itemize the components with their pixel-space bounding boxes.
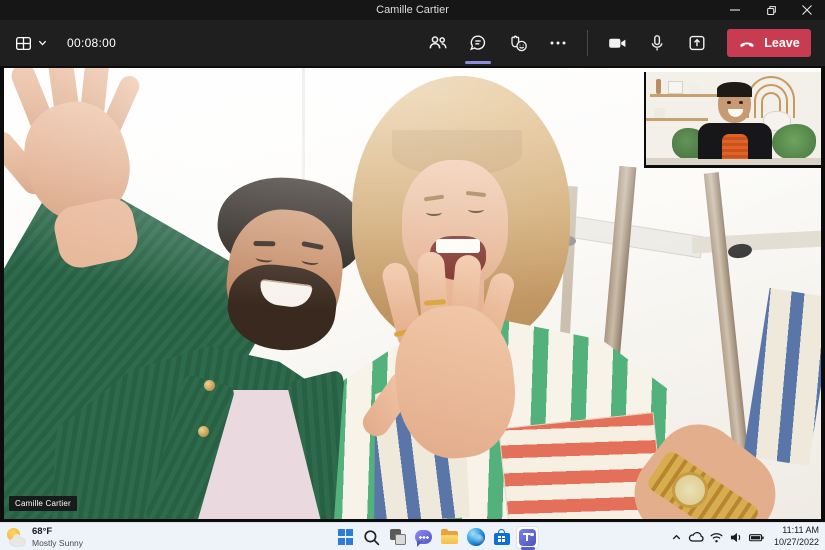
microphone-button[interactable] <box>638 28 676 58</box>
teams-icon <box>519 529 536 546</box>
toolbar-divider <box>587 30 588 56</box>
system-tray: 11:11 AM 10/27/2022 <box>668 525 819 549</box>
pip-cup <box>690 85 700 94</box>
woman-eye-left-fix <box>426 209 442 216</box>
more-options-button[interactable] <box>539 28 577 58</box>
volume-icon <box>729 531 744 544</box>
leave-label: Leave <box>764 36 799 50</box>
pip-shelf-top <box>650 94 724 97</box>
man-button-2 <box>198 426 209 437</box>
participants-icon <box>428 33 448 53</box>
file-explorer-icon <box>441 530 458 544</box>
chat-button[interactable] <box>459 28 497 58</box>
task-view-icon <box>387 526 409 548</box>
leave-call-icon <box>738 37 756 49</box>
weather-widget[interactable]: 68°F Mostly Sunny <box>6 525 83 549</box>
search-button[interactable] <box>360 526 383 549</box>
grid-view-icon <box>14 34 33 53</box>
clock-time: 11:11 AM <box>774 525 819 537</box>
pip-man-eye-left <box>727 101 731 104</box>
video-stage: Camille Cartier <box>0 66 825 522</box>
pip-mug <box>654 108 665 118</box>
window-controls <box>717 0 825 20</box>
microphone-icon <box>647 33 667 53</box>
woman-teeth <box>436 239 480 253</box>
restore-button[interactable] <box>753 0 789 20</box>
call-toolbar-left: 00:08:00 <box>0 30 116 57</box>
chat-icon <box>468 33 488 53</box>
call-toolbar: 00:08:00 <box>0 20 825 66</box>
titlebar: Camille Cartier <box>0 0 825 20</box>
taskbar-app-icons <box>334 525 539 549</box>
woman-eye-right <box>468 206 484 213</box>
store-icon <box>494 529 510 546</box>
battery-icon <box>748 531 765 544</box>
reactions-button[interactable] <box>499 28 537 58</box>
camera-button[interactable] <box>598 28 636 58</box>
share-screen-button[interactable] <box>678 28 716 58</box>
close-button[interactable] <box>789 0 825 20</box>
view-layout-button[interactable] <box>10 30 51 57</box>
close-icon <box>802 5 812 15</box>
chat-app-icon <box>415 530 432 544</box>
start-icon <box>338 529 354 545</box>
volume-button[interactable] <box>728 526 746 548</box>
pip-ledge <box>646 158 821 165</box>
pip-video[interactable] <box>644 72 821 168</box>
reactions-icon <box>508 33 529 54</box>
weather-condition: Mostly Sunny <box>32 538 83 548</box>
taskbar: 68°F Mostly Sunny <box>0 522 825 550</box>
edge-button[interactable] <box>464 526 487 549</box>
clock-widget[interactable]: 11:11 AM 10/27/2022 <box>774 525 819 548</box>
pip-shelf-mid <box>646 118 708 121</box>
more-icon <box>548 33 568 53</box>
clock-date: 10/27/2022 <box>774 537 819 549</box>
man-button-1 <box>204 380 215 391</box>
pip-bottle <box>656 79 661 94</box>
man-brow-left <box>253 241 275 246</box>
window-title: Camille Cartier <box>0 0 825 20</box>
pip-man-vest <box>722 134 748 159</box>
call-timer: 00:08:00 <box>67 36 116 50</box>
edge-icon <box>467 528 485 546</box>
search-icon <box>363 529 380 546</box>
start-button[interactable] <box>334 526 357 549</box>
onedrive-button[interactable] <box>688 526 706 548</box>
leave-button[interactable]: Leave <box>727 29 811 57</box>
participants-button[interactable] <box>419 28 457 58</box>
onedrive-cloud-icon <box>688 530 705 544</box>
teams-call-window: Camille Cartier 00:08:00 <box>0 0 825 550</box>
weather-icon <box>6 528 26 546</box>
camera-icon <box>607 33 628 54</box>
tray-overflow-button[interactable] <box>668 526 686 548</box>
restore-icon <box>766 5 777 16</box>
task-view-button[interactable] <box>386 526 409 549</box>
woman-watch-face <box>672 472 708 508</box>
network-button[interactable] <box>708 526 726 548</box>
wifi-icon <box>709 531 724 544</box>
weather-temperature: 68°F <box>32 526 83 537</box>
minimize-icon <box>730 5 740 15</box>
call-toolbar-right: Leave <box>418 28 825 58</box>
woman-shoulder-blue-right <box>743 288 821 466</box>
chat-app-button[interactable] <box>412 526 435 549</box>
pip-plant-right <box>772 124 816 160</box>
teams-app-button[interactable] <box>516 526 539 549</box>
weather-text: 68°F Mostly Sunny <box>32 526 83 548</box>
speaker-name-label: Camille Cartier <box>9 496 77 511</box>
battery-button[interactable] <box>748 526 766 548</box>
pip-man-hair <box>717 82 752 97</box>
pip-frame <box>668 81 683 94</box>
tray-chevron-up-icon <box>670 531 683 544</box>
file-explorer-button[interactable] <box>438 526 461 549</box>
store-button[interactable] <box>490 526 513 549</box>
pip-man-eye-right <box>739 101 743 104</box>
share-screen-icon <box>687 33 707 53</box>
chevron-down-icon <box>38 39 47 47</box>
main-video: Camille Cartier <box>4 68 821 519</box>
man-head <box>195 169 377 377</box>
minimize-button[interactable] <box>717 0 753 20</box>
